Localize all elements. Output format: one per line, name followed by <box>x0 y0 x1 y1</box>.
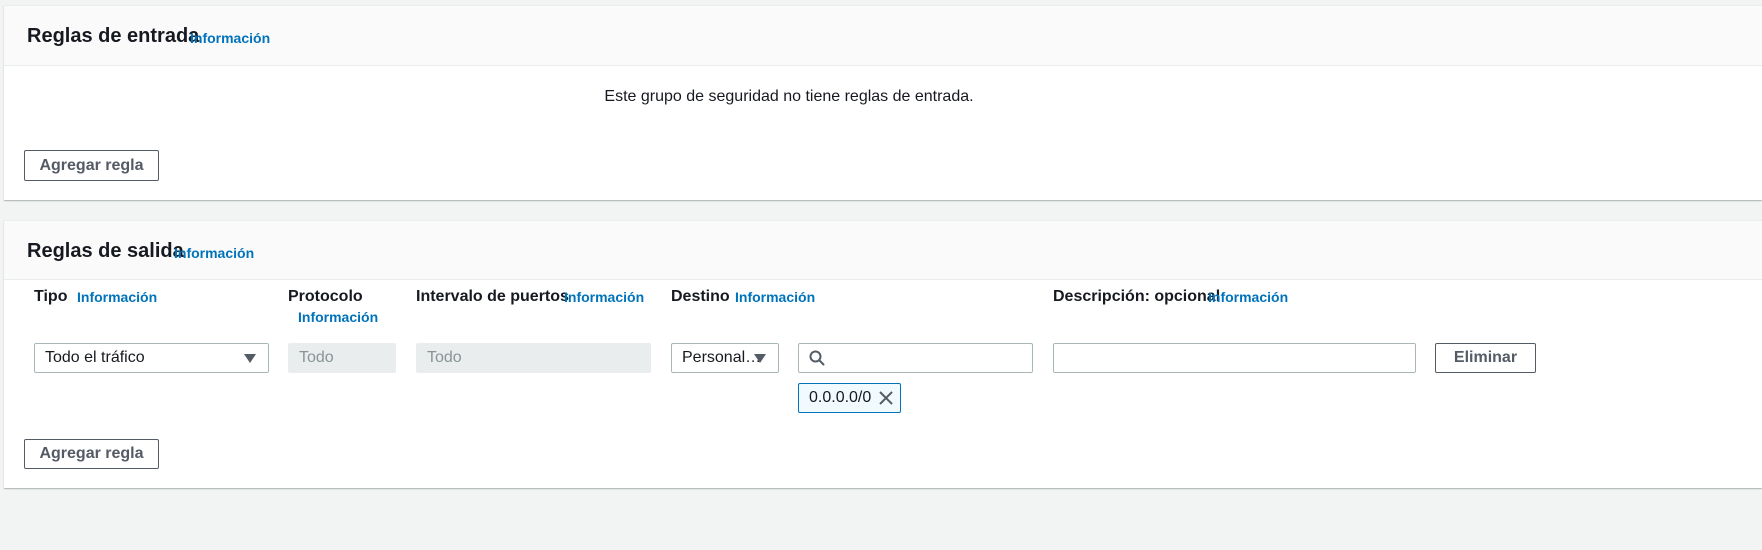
protocol-field: Todo <box>288 343 396 373</box>
outbound-rules-header: Reglas de salida Información <box>4 221 1762 280</box>
port-range-field-value: Todo <box>427 349 462 366</box>
outbound-info-link[interactable]: Información <box>174 245 254 261</box>
column-type-info-link[interactable]: Información <box>77 289 157 305</box>
caret-down-icon <box>754 354 766 363</box>
column-description-label: Descripción: opcional <box>1053 288 1221 305</box>
column-destination-info-link[interactable]: Información <box>735 289 815 305</box>
close-icon[interactable] <box>879 391 893 405</box>
destination-token: 0.0.0.0/0 <box>798 383 901 413</box>
column-protocol-label: Protocolo <box>288 288 363 305</box>
inbound-rules-panel: Reglas de entrada Información Este grupo… <box>4 5 1762 200</box>
type-select[interactable]: Todo el tráfico <box>34 343 269 373</box>
port-range-field: Todo <box>416 343 651 373</box>
inbound-rules-header: Reglas de entrada Información <box>4 6 1762 66</box>
protocol-field-value: Todo <box>299 349 334 366</box>
search-icon <box>809 350 825 366</box>
inbound-add-rule-button[interactable]: Agregar regla <box>24 150 159 181</box>
inbound-empty-message: Este grupo de seguridad no tiene reglas … <box>604 88 974 105</box>
inbound-rules-title: Reglas de entrada <box>27 25 200 47</box>
column-port-range-info-link[interactable]: Información <box>564 289 644 305</box>
column-description-info-link[interactable]: Información <box>1208 289 1288 305</box>
outbound-rules-panel: Reglas de salida Información Tipo Inform… <box>4 220 1762 488</box>
destination-search-input[interactable] <box>798 343 1033 373</box>
column-destination-label: Destino <box>671 288 730 305</box>
caret-down-icon <box>244 354 256 363</box>
destination-type-value: Personal… <box>682 349 762 366</box>
column-protocol-info-link[interactable]: Información <box>298 309 378 325</box>
destination-type-select[interactable]: Personal… <box>671 343 779 373</box>
column-port-range-label: Intervalo de puertos <box>416 288 569 305</box>
destination-token-label: 0.0.0.0/0 <box>809 389 872 406</box>
outbound-add-rule-button[interactable]: Agregar regla <box>24 439 159 469</box>
inbound-info-link[interactable]: Información <box>190 30 270 46</box>
description-input[interactable] <box>1053 343 1416 373</box>
remove-rule-button[interactable]: Eliminar <box>1435 343 1536 373</box>
column-type-label: Tipo <box>34 288 68 305</box>
outbound-rules-title: Reglas de salida <box>27 240 184 262</box>
type-select-value: Todo el tráfico <box>45 349 145 366</box>
